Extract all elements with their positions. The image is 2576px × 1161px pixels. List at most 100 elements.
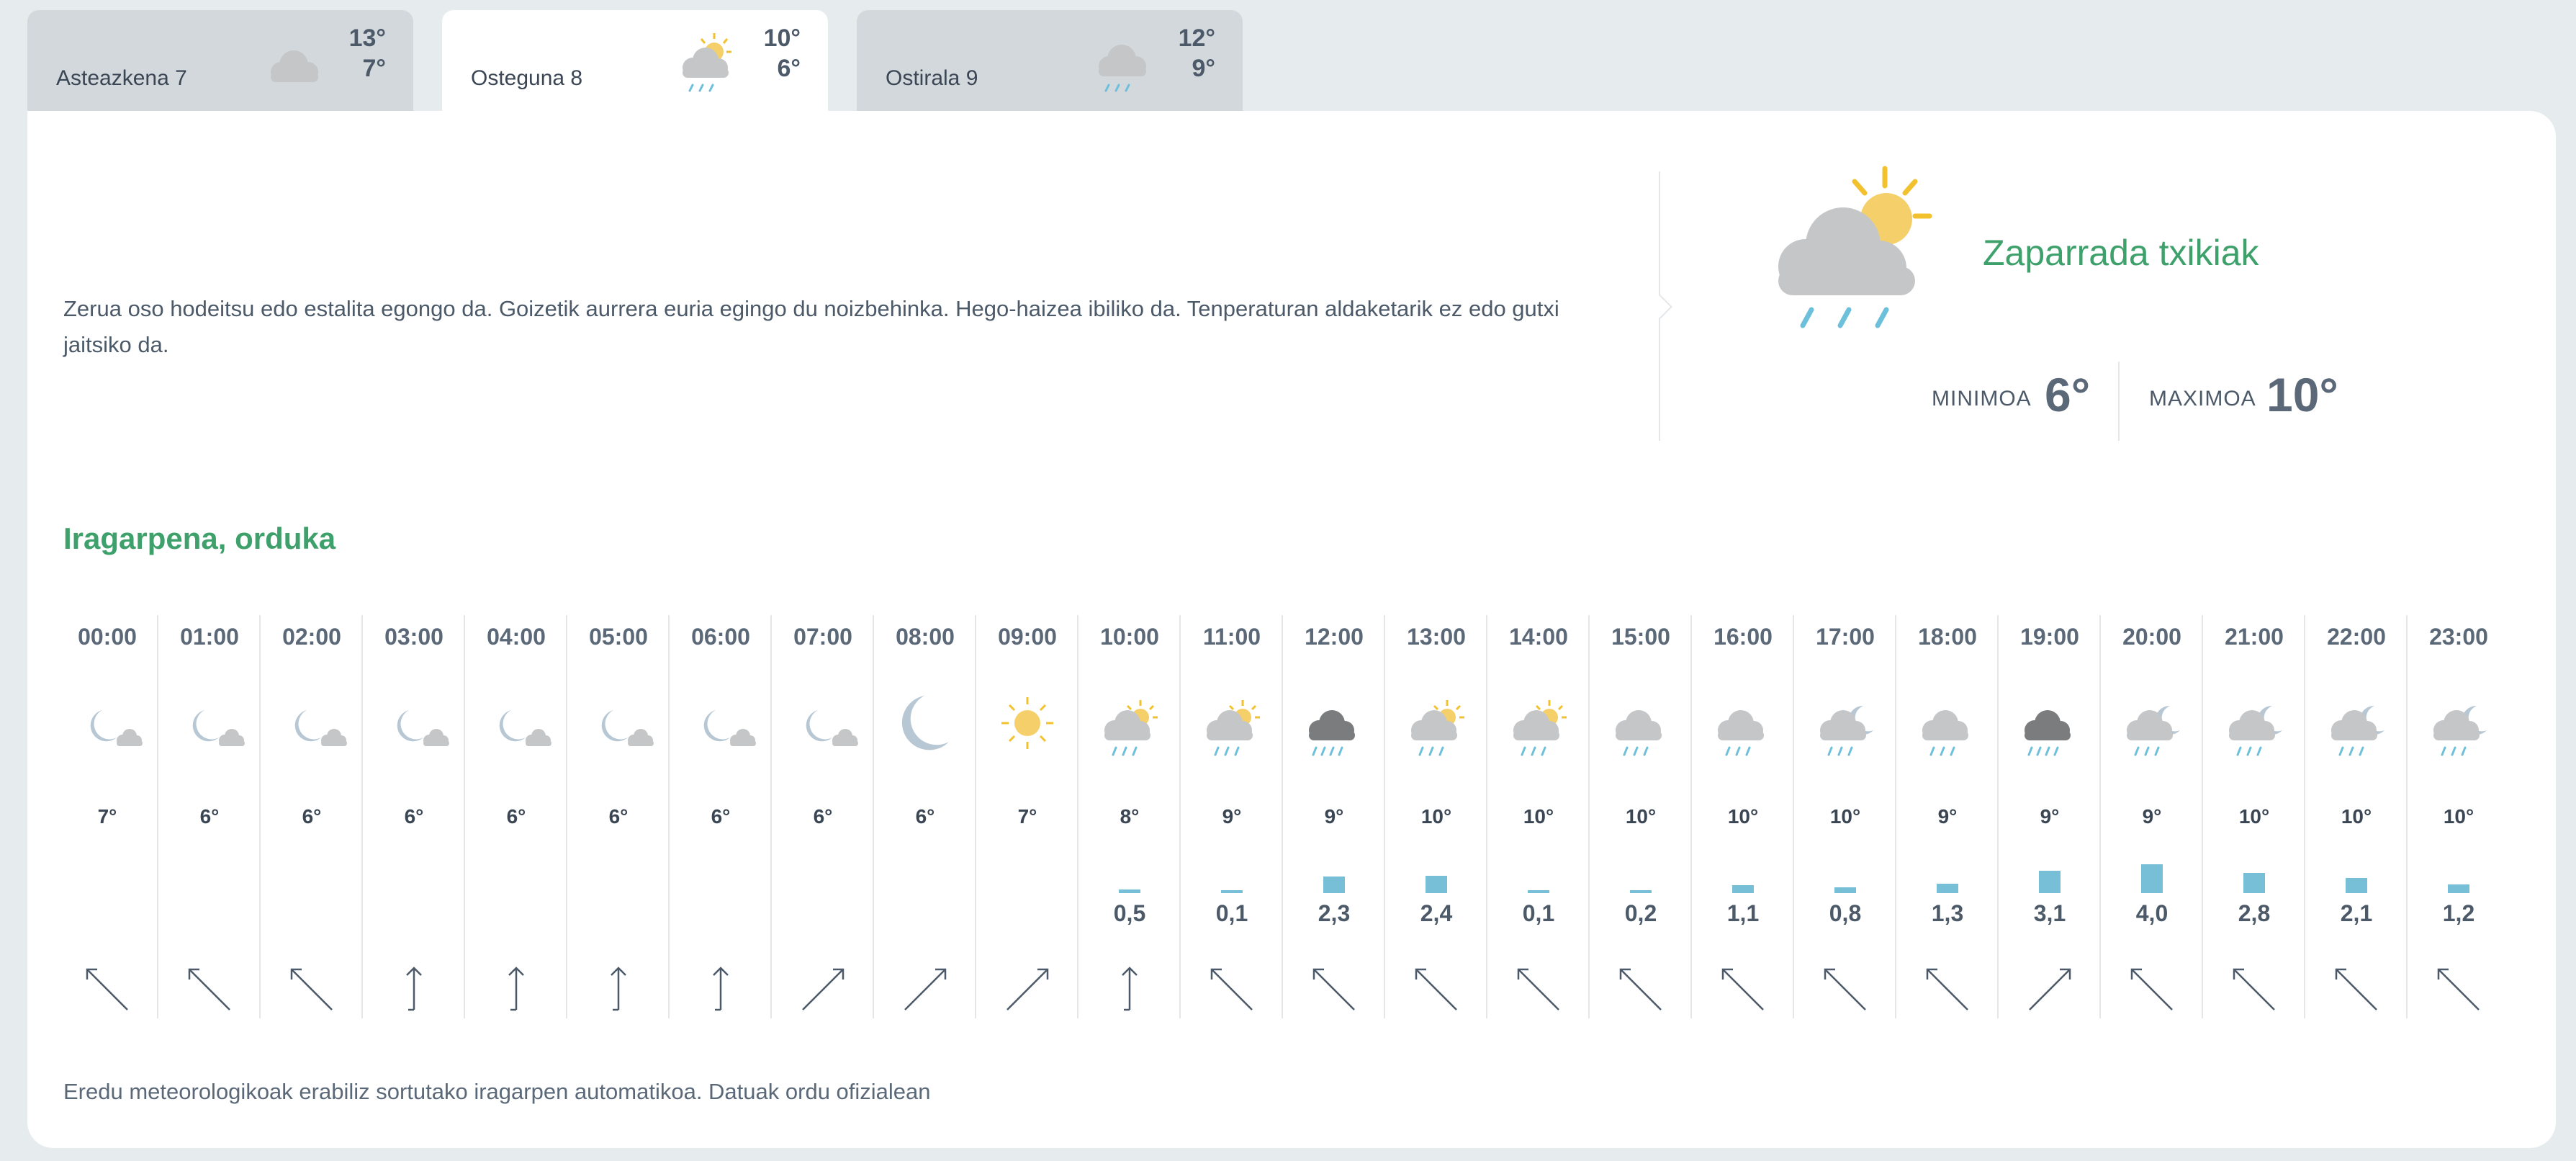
precip-bar [1834, 887, 1856, 893]
hour-temperature: 6° [404, 805, 424, 828]
moon-cloud-icon [294, 710, 347, 746]
hour-column: 11:00 9° 0,1 [1181, 615, 1283, 1018]
cloud-rain-icon [1616, 710, 1662, 756]
condition-label: Zaparrada txikiak [1983, 233, 2259, 273]
moon-cloud-icon [703, 710, 756, 746]
hour-column: 00:00 7° [56, 615, 158, 1018]
moon-cloud-icon [90, 710, 143, 746]
hour-column: 19:00 9° 3,1 [1999, 615, 2101, 1018]
moon-cloud-rain-icon [2433, 705, 2487, 756]
hour-temperature: 10° [1727, 805, 1759, 828]
precip-bar [1937, 884, 1958, 893]
tab-osteguna[interactable]: Osteguna 8 10° 6° [442, 10, 828, 111]
hour-time: 00:00 [78, 624, 137, 650]
hour-column: 09:00 7° [976, 615, 1078, 1018]
max-temp-label: MAXIMOA [2149, 387, 2256, 411]
wind-direction-arrow-icon [1415, 968, 1457, 1010]
min-temp-value: 6° [2045, 368, 2091, 421]
wind-direction-arrow-icon [1006, 968, 1049, 1010]
hour-time: 01:00 [180, 624, 239, 650]
hour-column: 22:00 10° 2,1 [2305, 615, 2408, 1018]
tab-high-temp: 13° [348, 24, 386, 52]
hour-column: 13:00 10° 2,4 [1385, 615, 1487, 1018]
cloud-rain-icon [1718, 710, 1764, 756]
hour-temperature: 6° [915, 805, 935, 828]
wind-direction-arrow-icon [1926, 968, 1968, 1010]
hour-time: 10:00 [1100, 624, 1159, 650]
hour-column: 05:00 6° [567, 615, 670, 1018]
hour-precipitation: 0,8 [1829, 900, 1862, 926]
hour-temperature: 9° [1222, 805, 1242, 828]
hourly-forecast-title: Iragarpena, orduka [63, 521, 336, 555]
hour-column: 18:00 9° 1,3 [1896, 615, 1999, 1018]
wind-direction-arrow-icon [290, 968, 333, 1010]
hour-time: 03:00 [384, 624, 443, 650]
precip-bar [1732, 885, 1754, 893]
hour-time: 17:00 [1816, 624, 1875, 650]
tab-low-temp: 7° [362, 55, 386, 82]
wind-direction-arrow-icon [1619, 968, 1662, 1010]
precip-bar [1426, 876, 1447, 893]
hour-temperature: 6° [711, 805, 731, 828]
precip-bar [2141, 864, 2163, 893]
hour-temperature: 9° [2040, 805, 2060, 828]
hour-time: 23:00 [2429, 624, 2488, 650]
hour-time: 15:00 [1611, 624, 1670, 650]
hour-time: 21:00 [2225, 624, 2284, 650]
sun-cloud-rain-icon [683, 33, 731, 92]
wind-direction-arrow-icon [611, 967, 626, 1011]
hour-column: 21:00 10° 2,8 [2203, 615, 2305, 1018]
hour-time: 04:00 [487, 624, 546, 650]
min-temp-label: MINIMOA [1932, 387, 2032, 411]
forecast-card: Zerua oso hodeitsu edo estalita egongo d… [27, 111, 2556, 1148]
dark-cloud-heavy-rain-icon [2025, 710, 2071, 756]
hour-column: 12:00 9° 2,3 [1283, 615, 1385, 1018]
wind-direction-arrow-icon [1517, 968, 1559, 1010]
hour-temperature: 7° [97, 805, 117, 828]
wind-direction-arrow-icon [1210, 968, 1253, 1010]
sun-cloud-rain-icon [1411, 700, 1464, 756]
tab-high-temp: 10° [763, 24, 801, 52]
precip-bar [2448, 884, 2469, 893]
precip-bar [1323, 877, 1345, 893]
hour-column: 20:00 9° 4,0 [2101, 615, 2203, 1018]
hour-temperature: 9° [2142, 805, 2162, 828]
hour-column: 16:00 10° 1,1 [1692, 615, 1794, 1018]
precip-bar [2039, 871, 2061, 893]
moon-cloud-icon [397, 710, 449, 746]
wind-direction-arrow-icon [904, 968, 947, 1010]
hour-time: 11:00 [1202, 624, 1261, 650]
moon-cloud-rain-icon [2229, 705, 2282, 756]
hour-column: 07:00 6° [772, 615, 874, 1018]
tab-ostirala[interactable]: Ostirala 9 12° 9° [857, 10, 1243, 111]
hour-time: 18:00 [1918, 624, 1977, 650]
hour-time: 13:00 [1407, 624, 1466, 650]
sun-cloud-rain-icon [1778, 166, 1932, 328]
dark-cloud-heavy-rain-icon [1309, 710, 1355, 756]
moon-cloud-rain-icon [2127, 705, 2180, 756]
wind-direction-arrow-icon [713, 967, 729, 1011]
hour-temperature: 9° [1937, 805, 1958, 828]
hour-temperature: 10° [2443, 805, 2474, 828]
wind-direction-arrow-icon [2437, 968, 2480, 1010]
hour-temperature: 7° [1017, 805, 1037, 828]
hour-time: 05:00 [589, 624, 648, 650]
hour-column: 17:00 10° 0,8 [1794, 615, 1896, 1018]
tab-asteazkena[interactable]: Asteazkena 7 13° 7° [27, 10, 413, 111]
hour-temperature: 6° [813, 805, 833, 828]
hour-precipitation: 0,5 [1113, 900, 1146, 926]
hour-time: 06:00 [691, 624, 750, 650]
hour-precipitation: 0,1 [1522, 900, 1555, 926]
sun-icon [1001, 697, 1053, 749]
divider-arrow [1648, 295, 1672, 319]
hour-temperature: 10° [1420, 805, 1452, 828]
moon-cloud-rain-icon [2331, 705, 2384, 756]
wind-direction-arrow-icon [1312, 968, 1355, 1010]
wind-direction-arrow-icon [508, 967, 524, 1011]
hour-precipitation: 2,4 [1420, 900, 1453, 926]
sun-cloud-rain-icon [1513, 700, 1567, 756]
hour-time: 08:00 [896, 624, 955, 650]
hour-temperature: 10° [2341, 805, 2372, 828]
precip-bar [1630, 890, 1652, 893]
tab-day-label: Asteazkena 7 [56, 66, 187, 90]
